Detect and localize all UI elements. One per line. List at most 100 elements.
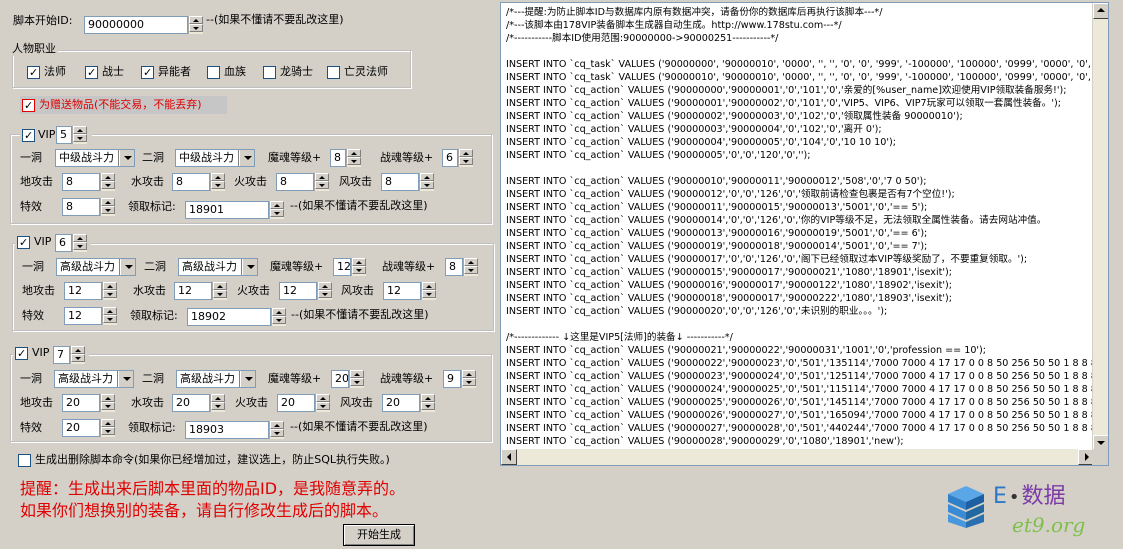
vip5-checkbox[interactable]	[22, 129, 35, 142]
vip6-earth-spinner[interactable]	[102, 282, 117, 300]
vip6-soul-input[interactable]: 12	[333, 258, 351, 276]
vip7-level-spinner[interactable]	[70, 346, 85, 364]
vip6-earth-label: 地攻击	[22, 284, 55, 297]
vip7-mark-input[interactable]: 18903	[185, 421, 269, 439]
vip7-war-input[interactable]: 9	[443, 370, 461, 388]
vip5-water-spinner[interactable]	[210, 173, 225, 191]
vip6-fire-input[interactable]: 12	[279, 282, 317, 300]
vip6-cave2-select[interactable]: 高级战斗力	[178, 258, 258, 276]
vip5-wind-spinner[interactable]	[419, 173, 434, 191]
vip7-cave1-select[interactable]: 高级战斗力	[54, 370, 134, 388]
script-start-spinner[interactable]	[188, 16, 203, 34]
profession-necromancer-checkbox[interactable]	[327, 66, 340, 79]
vip7-water-spinner[interactable]	[210, 394, 225, 412]
profession-warrior-checkbox[interactable]	[85, 66, 98, 79]
vip5-fire-spinner[interactable]	[314, 173, 329, 191]
vip5-level-input[interactable]: 5	[56, 126, 72, 144]
vertical-scrollbar[interactable]	[1092, 3, 1108, 451]
vip7-war-spinner[interactable]	[461, 370, 476, 388]
code-line: INSERT INTO `cq_action` VALUES ('9000002…	[506, 371, 1098, 382]
vip5-soul-input[interactable]: 8	[330, 149, 346, 167]
vip6-mark-spinner[interactable]	[271, 308, 286, 326]
vip6-wind-label: 风攻击	[341, 284, 374, 297]
vip7-soul-spinner[interactable]	[349, 370, 364, 388]
vip7-fire-input[interactable]: 20	[277, 394, 315, 412]
vip5-soul-spinner[interactable]	[346, 149, 361, 167]
script-start-input[interactable]: 90000000	[84, 16, 188, 34]
code-line: INSERT INTO `cq_action` VALUES ('9000001…	[506, 241, 928, 252]
vip7-cave1-label: 一洞	[20, 372, 42, 385]
gift-checkbox[interactable]	[22, 99, 35, 112]
code-line: INSERT INTO `cq_action` VALUES ('9000000…	[506, 111, 963, 122]
vip6-mark-label: 领取标记:	[130, 309, 178, 322]
vip7-mark-spinner[interactable]	[269, 421, 284, 439]
generate-button[interactable]: 开始生成	[343, 524, 415, 546]
vip6-fire-spinner[interactable]	[317, 282, 332, 300]
vip5-mark-input[interactable]: 18901	[185, 201, 269, 219]
vip6-level-input[interactable]: 6	[55, 234, 72, 252]
vip6-wind-spinner[interactable]	[421, 282, 436, 300]
vip5-cave2-select[interactable]: 中级战斗力	[175, 149, 255, 167]
vip5-fire-input[interactable]: 8	[276, 173, 314, 191]
vip6-effect-input[interactable]: 12	[64, 307, 102, 325]
vip5-cave1-select[interactable]: 中级战斗力	[55, 149, 135, 167]
code-line: INSERT INTO `cq_action` VALUES ('9000002…	[506, 397, 1098, 408]
vip5-war-label: 战魂等级+	[380, 151, 434, 164]
vip5-water-input[interactable]: 8	[172, 173, 210, 191]
vip6-checkbox[interactable]	[17, 236, 30, 249]
vip6-mark-input[interactable]: 18902	[187, 308, 271, 326]
vip7-mark-label: 领取标记:	[128, 421, 176, 434]
vip7-water-input[interactable]: 20	[172, 394, 210, 412]
vip7-level-input[interactable]: 7	[53, 346, 70, 364]
profession-psionic-checkbox[interactable]	[141, 66, 154, 79]
vip6-war-spinner[interactable]	[463, 258, 478, 276]
vip7-checkbox[interactable]	[15, 347, 28, 360]
scroll-up-icon[interactable]	[1093, 3, 1108, 19]
vip7-effect-input[interactable]: 20	[62, 419, 100, 437]
delete-cmd-label: 生成出删除脚本命令(如果你已经增加过，建议选上，防止SQL执行失败。)	[35, 453, 390, 466]
vip6-effect-spinner[interactable]	[102, 307, 117, 325]
vip5-effect-spinner[interactable]	[100, 198, 115, 216]
code-line: INSERT INTO `cq_action` VALUES ('9000001…	[506, 293, 952, 304]
profession-vampire-checkbox[interactable]	[207, 66, 220, 79]
vip7-cave2-select[interactable]: 高级战斗力	[176, 370, 256, 388]
vip5-wind-input[interactable]: 8	[381, 173, 419, 191]
vip6-earth-input[interactable]: 12	[64, 282, 102, 300]
vip5-mark-spinner[interactable]	[269, 201, 284, 219]
code-line: INSERT INTO `cq_action` VALUES ('9000002…	[506, 306, 888, 317]
delete-cmd-checkbox[interactable]	[18, 454, 31, 467]
vip5-earth-spinner[interactable]	[100, 173, 115, 191]
vip5-wind-label: 风攻击	[339, 175, 372, 188]
profession-mage-label: 法师	[44, 65, 66, 78]
horizontal-scrollbar[interactable]	[501, 449, 1094, 465]
vip6-level-spinner[interactable]	[72, 234, 87, 252]
vip6-soul-label: 魔魂等级+	[270, 260, 324, 273]
code-line: INSERT INTO `cq_action` VALUES ('9000002…	[506, 436, 904, 447]
vip5-effect-input[interactable]: 8	[62, 198, 100, 216]
vip7-effect-spinner[interactable]	[100, 419, 115, 437]
vip6-wind-input[interactable]: 12	[383, 282, 421, 300]
vip7-soul-input[interactable]: 20	[331, 370, 349, 388]
profession-mage-checkbox[interactable]	[27, 66, 40, 79]
vip5-war-input[interactable]: 6	[442, 149, 458, 167]
vip6-cave1-select[interactable]: 高级战斗力	[56, 258, 136, 276]
vip7-earth-spinner[interactable]	[100, 394, 115, 412]
vip7-fire-spinner[interactable]	[315, 394, 330, 412]
vip7-earth-input[interactable]: 20	[62, 394, 100, 412]
vip6-soul-spinner[interactable]	[351, 258, 366, 276]
vip5-earth-input[interactable]: 8	[62, 173, 100, 191]
vip5-level-spinner[interactable]	[72, 126, 87, 144]
vip7-wind-spinner[interactable]	[420, 394, 435, 412]
vip5-war-spinner[interactable]	[458, 149, 473, 167]
code-line: INSERT INTO `cq_action` VALUES ('9000000…	[506, 150, 811, 161]
script-output-textarea[interactable]: /*---提醒:为防止脚本ID与数据库内原有数据冲突，请备份你的数据库后再执行该…	[500, 2, 1109, 466]
vip6-water-input[interactable]: 12	[174, 282, 212, 300]
vip6-water-spinner[interactable]	[212, 282, 227, 300]
vip5-water-label: 水攻击	[131, 175, 164, 188]
profession-dragon-knight-checkbox[interactable]	[263, 66, 276, 79]
vip5-cave1-label: 一洞	[20, 151, 42, 164]
scroll-left-icon[interactable]	[501, 449, 517, 465]
vip6-war-input[interactable]: 8	[445, 258, 463, 276]
vip7-wind-input[interactable]: 20	[382, 394, 420, 412]
vip7-effect-label: 特效	[20, 421, 42, 434]
